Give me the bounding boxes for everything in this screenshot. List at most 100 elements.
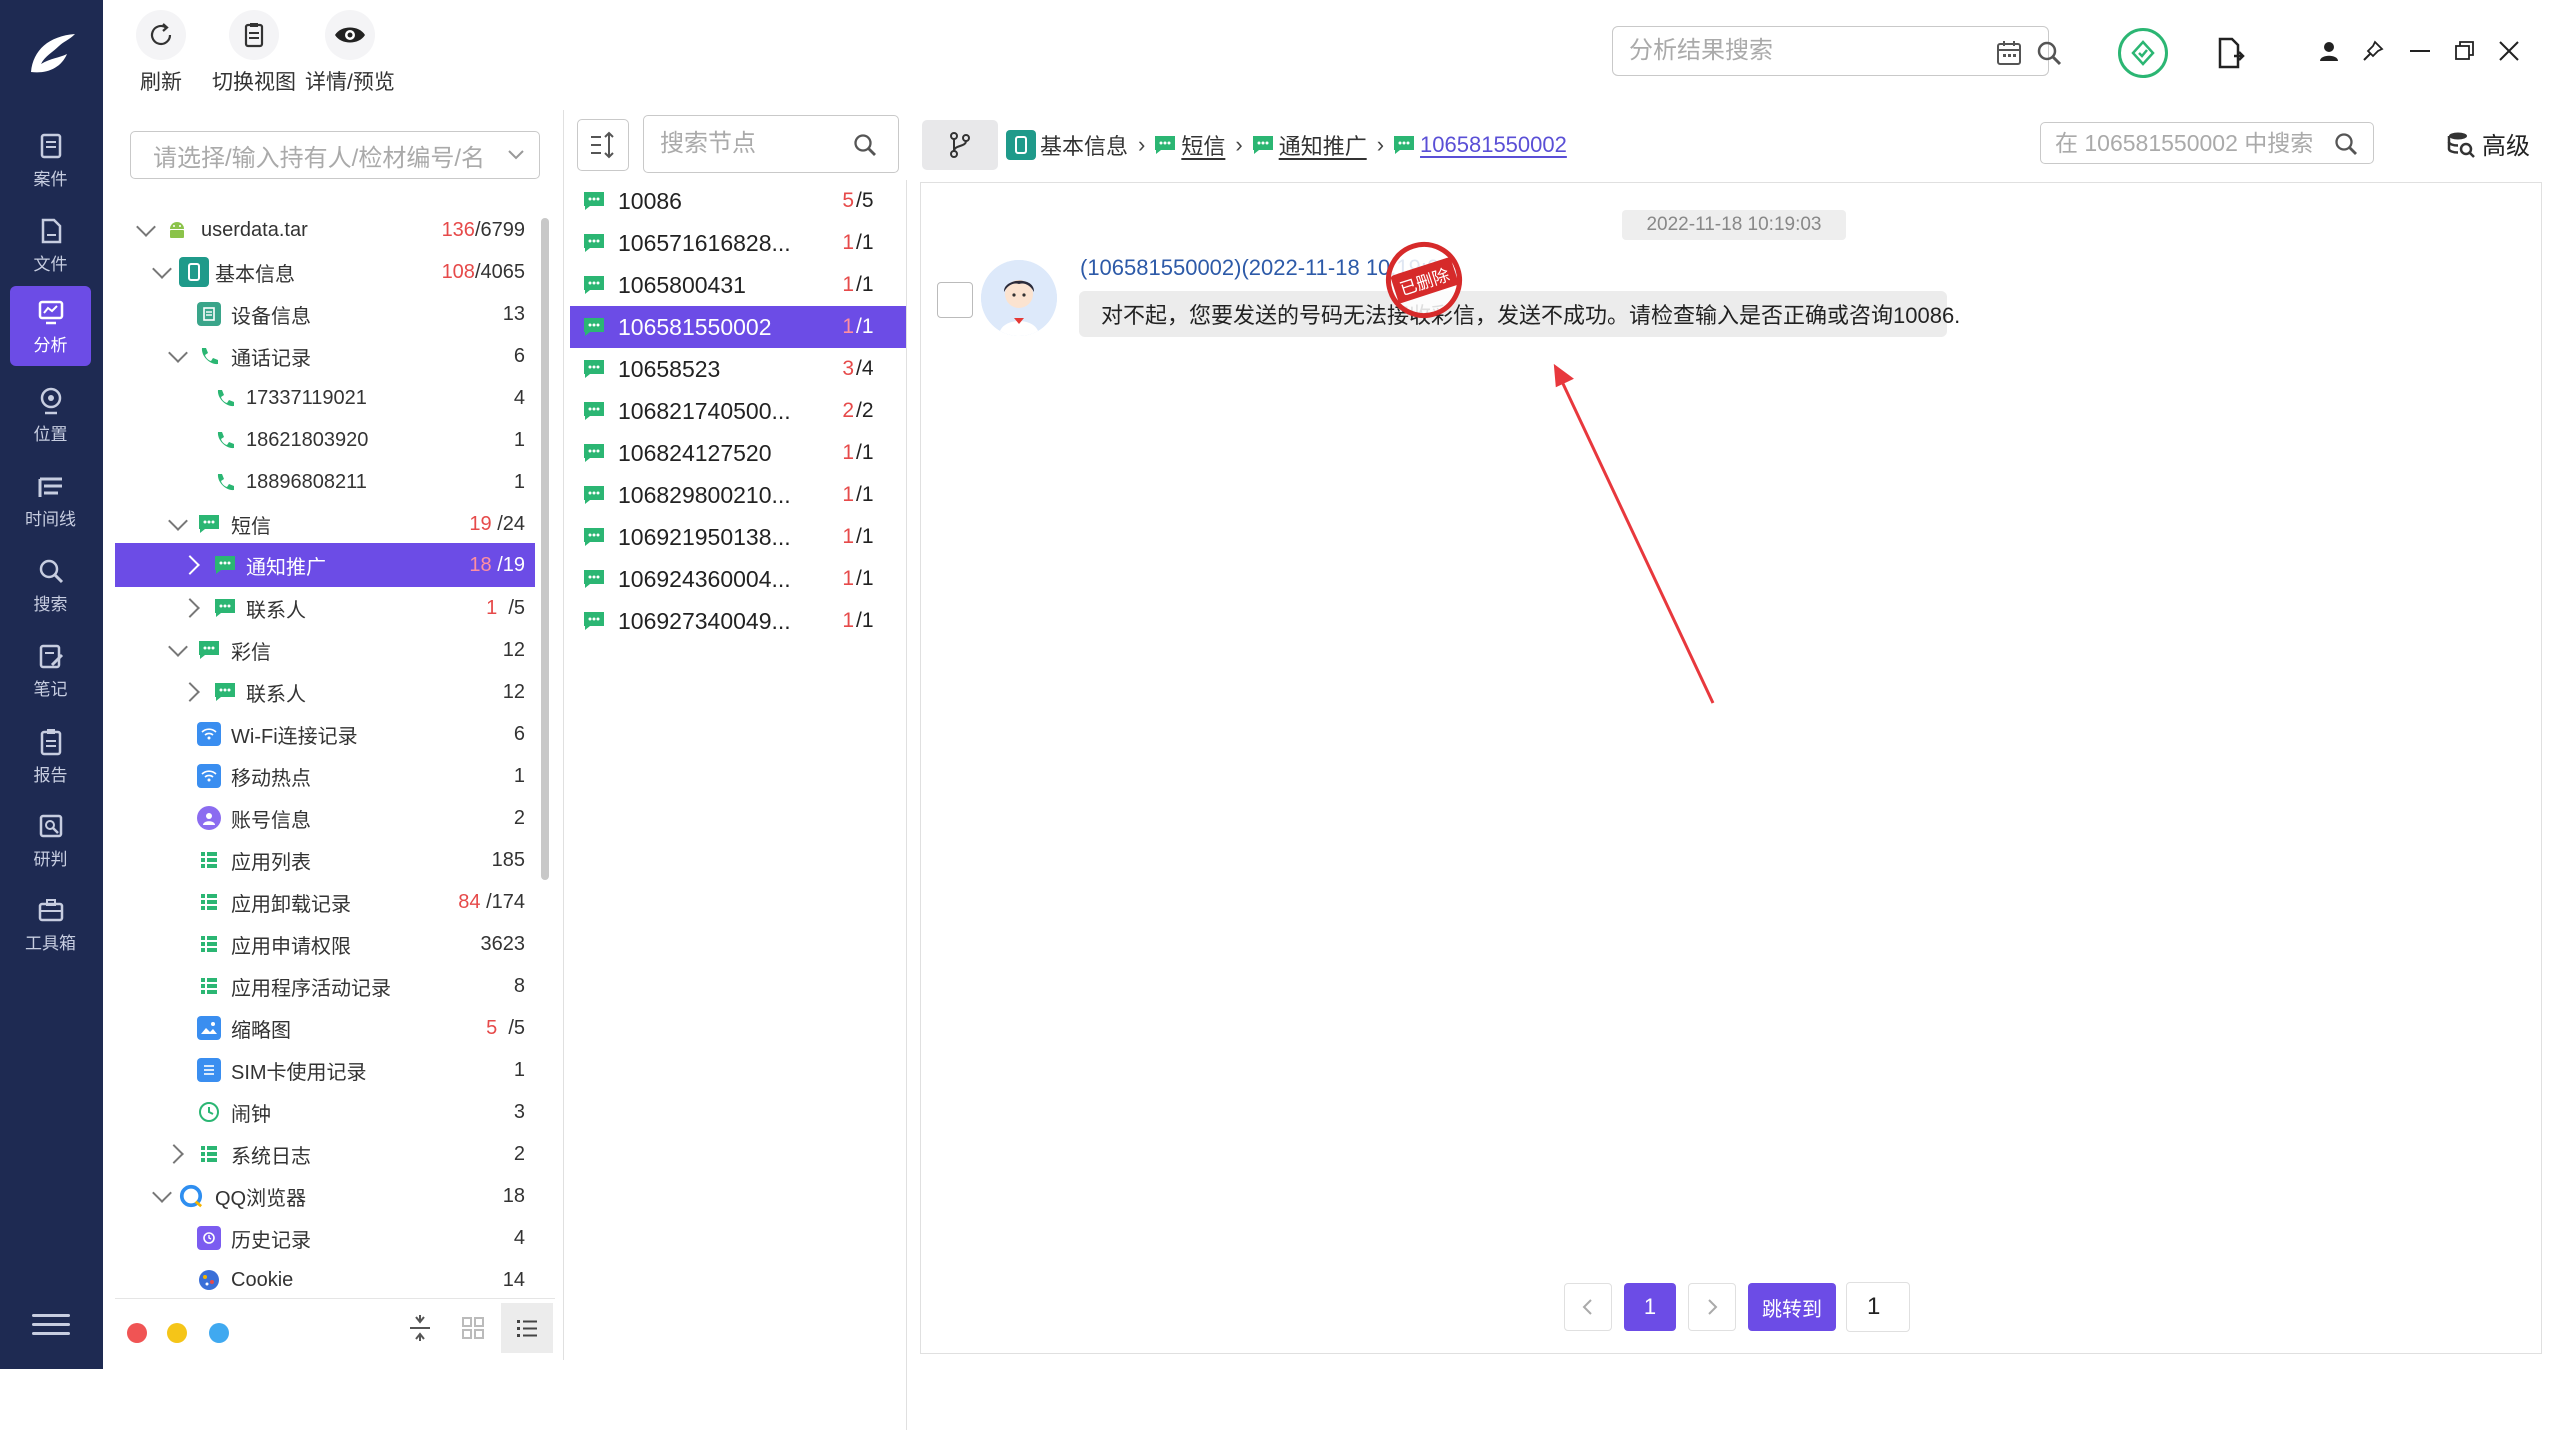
- list-item[interactable]: 106924360004... 1 /1: [570, 558, 906, 600]
- tree-item-alarm[interactable]: 闹钟 3: [115, 1091, 535, 1133]
- tree-item-hotspot[interactable]: 移动热点 1: [115, 755, 535, 797]
- jump-to-button[interactable]: 跳转到: [1748, 1283, 1836, 1331]
- breadcrumb-basic-info[interactable]: 基本信息: [1006, 129, 1128, 161]
- shield-check-icon[interactable]: [2118, 28, 2168, 78]
- tree-item-call-number[interactable]: 18896808211 1: [115, 461, 535, 503]
- tree-item-account[interactable]: 账号信息 2: [115, 797, 535, 839]
- analysis-search-box[interactable]: [1612, 26, 2062, 76]
- page-button-current[interactable]: 1: [1624, 1283, 1676, 1331]
- pin-icon[interactable]: [2362, 40, 2384, 67]
- breadcrumb-current[interactable]: 106581550002: [1392, 132, 1567, 158]
- search-icon[interactable]: [2333, 131, 2359, 157]
- nav-toolbox[interactable]: 工具箱: [10, 884, 91, 964]
- message-checkbox[interactable]: [937, 282, 973, 318]
- tree-item-call-number[interactable]: 18621803920 1: [115, 419, 535, 461]
- chevron-down-icon[interactable]: [168, 343, 188, 363]
- nav-location[interactable]: 位置: [10, 375, 91, 455]
- tree-item-notification-promo[interactable]: 通知推广 18 /19: [115, 543, 535, 587]
- analysis-search-input[interactable]: [1629, 37, 1969, 65]
- list-item[interactable]: 106927340049... 1 /1: [570, 600, 906, 642]
- nav-file[interactable]: 文件: [10, 205, 91, 285]
- chevron-right-icon[interactable]: [180, 598, 200, 618]
- chevron-right-icon[interactable]: [164, 1144, 184, 1164]
- user-icon[interactable]: [2318, 40, 2340, 67]
- nav-analysis[interactable]: 分析: [10, 286, 91, 366]
- red-dot-icon[interactable]: [127, 1323, 147, 1343]
- node-search-box[interactable]: [643, 115, 899, 173]
- yellow-dot-icon[interactable]: [167, 1323, 187, 1343]
- tree-item-userdata[interactable]: userdata.tar 136/6799: [115, 209, 535, 251]
- list-item[interactable]: 106921950138... 1 /1: [570, 516, 906, 558]
- chevron-down-icon[interactable]: [152, 259, 172, 279]
- chevron-right-icon[interactable]: [180, 555, 200, 575]
- list-item[interactable]: 106821740500... 2 /2: [570, 390, 906, 432]
- nav-report[interactable]: 报告: [10, 716, 91, 796]
- tree-item-cookie[interactable]: Cookie 14: [115, 1259, 535, 1298]
- sort-button[interactable]: [577, 119, 629, 171]
- tree-item-history[interactable]: 历史记录 4: [115, 1217, 535, 1259]
- switch-view-button[interactable]: 切换视图: [212, 10, 296, 96]
- chevron-down-icon[interactable]: [152, 1183, 172, 1203]
- prev-page-button[interactable]: [1564, 1283, 1612, 1331]
- tree-item-call-number[interactable]: 17337119021 4: [115, 377, 535, 419]
- breadcrumb-notification-promo[interactable]: 通知推广: [1251, 129, 1367, 161]
- conversation-search-input[interactable]: [2055, 129, 2325, 157]
- restore-icon[interactable]: [2454, 40, 2476, 67]
- list-item[interactable]: 1065800431 1 /1: [570, 264, 906, 306]
- tree-item-sms-contacts[interactable]: 联系人 1 /5: [115, 587, 535, 629]
- tree-item-sms[interactable]: 短信 19 /24: [115, 503, 535, 545]
- tree-item-mms-contacts[interactable]: 联系人 12: [115, 671, 535, 713]
- tree-item-qq-browser[interactable]: QQ浏览器 18: [115, 1175, 535, 1217]
- list-item-selected[interactable]: 106581550002 1 /1: [570, 306, 906, 348]
- next-page-button[interactable]: [1688, 1283, 1736, 1331]
- tree-item-app-activity[interactable]: 应用程序活动记录 8: [115, 965, 535, 1007]
- node-search-input[interactable]: [660, 130, 840, 158]
- chevron-right-icon[interactable]: [180, 682, 200, 702]
- tree-item-mms[interactable]: 彩信 12: [115, 629, 535, 671]
- tree-item-system-log[interactable]: 系统日志 2: [115, 1133, 535, 1175]
- collapse-all-icon[interactable]: [405, 1313, 435, 1348]
- branch-button[interactable]: [922, 120, 998, 170]
- nav-judge[interactable]: 研判: [10, 800, 91, 880]
- nav-note[interactable]: 笔记: [10, 630, 91, 710]
- tree-item-app-list[interactable]: 应用列表 185: [115, 839, 535, 881]
- tree-item-basic-info[interactable]: 基本信息 108/4065: [115, 251, 535, 293]
- tree-item-call-log[interactable]: 通话记录 6: [115, 335, 535, 377]
- list-view-icon[interactable]: [501, 1303, 553, 1353]
- search-icon[interactable]: [852, 132, 878, 158]
- list-item[interactable]: 10086 5 /5: [570, 180, 906, 222]
- close-icon[interactable]: [2498, 40, 2520, 67]
- refresh-button[interactable]: 刷新: [136, 10, 186, 96]
- list-item[interactable]: 106829800210... 1 /1: [570, 474, 906, 516]
- tree-item-app-uninstall[interactable]: 应用卸载记录 84 /174: [115, 881, 535, 923]
- tree-item-device-info[interactable]: 设备信息 13: [115, 293, 535, 335]
- chevron-down-icon[interactable]: [136, 217, 156, 237]
- nav-search[interactable]: 搜索: [10, 545, 91, 625]
- tree-item-thumbnail[interactable]: 缩略图 5 /5: [115, 1007, 535, 1049]
- menu-icon[interactable]: [32, 1314, 70, 1344]
- export-icon[interactable]: [2214, 36, 2248, 75]
- jump-page-input[interactable]: 1: [1846, 1282, 1910, 1332]
- advanced-search-button[interactable]: 高级: [2446, 126, 2530, 161]
- breadcrumb-sms[interactable]: 短信: [1153, 129, 1225, 161]
- list-item[interactable]: 106571616828... 1 /1: [570, 222, 906, 264]
- blue-dot-icon[interactable]: [209, 1323, 229, 1343]
- chevron-down-icon[interactable]: [168, 511, 188, 531]
- tree-scrollbar[interactable]: [541, 218, 549, 880]
- holder-select[interactable]: 请选择/输入持有人/检材编号/名: [130, 131, 540, 179]
- tree-item-app-permission[interactable]: 应用申请权限 3623: [115, 923, 535, 965]
- list-item[interactable]: 10658523 3 /4: [570, 348, 906, 390]
- nav-timeline[interactable]: 时间线: [10, 460, 91, 540]
- search-icon[interactable]: [2035, 39, 2063, 67]
- message-bubble[interactable]: 对不起，您要发送的号码无法接收彩信，发送不成功。请检查输入是否正确或咨询1008…: [1079, 291, 1960, 337]
- nav-case[interactable]: 案件: [10, 120, 91, 200]
- tree-item-wifi[interactable]: Wi-Fi连接记录 6: [115, 713, 535, 755]
- list-item[interactable]: 106824127520 1 /1: [570, 432, 906, 474]
- minimize-icon[interactable]: [2410, 50, 2430, 52]
- calendar-icon[interactable]: [1995, 39, 2023, 67]
- detail-preview-button[interactable]: 详情/预览: [305, 10, 395, 96]
- tree-item-sim-usage[interactable]: SIM卡使用记录 1: [115, 1049, 535, 1091]
- conversation-search-box[interactable]: [2040, 122, 2374, 164]
- chevron-down-icon[interactable]: [168, 637, 188, 657]
- grid-view-icon[interactable]: [460, 1315, 486, 1346]
